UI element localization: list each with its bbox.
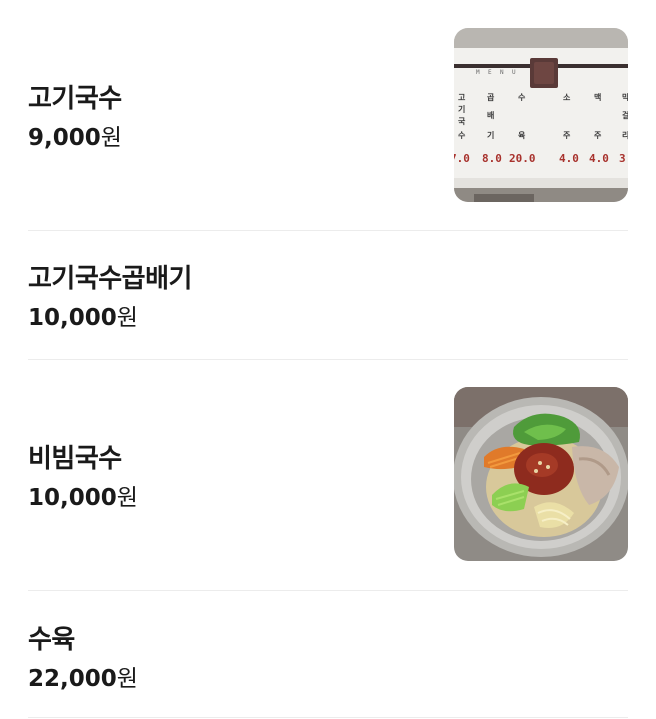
board-price: 4.0 <box>559 152 579 165</box>
menu-item-name: 고기국수 <box>28 84 122 114</box>
svg-text:리: 리 <box>622 130 628 140</box>
board-price: 7.0 <box>454 152 470 165</box>
menu-board-photo: M E N U 고 기 국 수 곱 배 기 수 육 소 주 맥 주 막 걸 리 … <box>454 28 628 202</box>
svg-text:기: 기 <box>458 104 465 114</box>
svg-text:막: 막 <box>622 92 628 102</box>
board-letter: N <box>500 69 504 76</box>
board-letter: M <box>476 69 480 76</box>
board-column-label: 고 <box>458 93 466 102</box>
menu-item-price: 10,000원 <box>28 485 138 511</box>
menu-item-gogi-guksu-gopbaegi[interactable]: 고기국수곱배기 10,000원 <box>28 231 628 359</box>
divider <box>28 717 628 718</box>
board-price: 4.0 <box>589 152 609 165</box>
menu-item-suyuk[interactable]: 수육 22,000원 <box>28 591 628 719</box>
menu-item-name: 고기국수곱배기 <box>28 264 192 294</box>
svg-text:곱: 곱 <box>487 93 495 102</box>
svg-text:수: 수 <box>518 93 526 102</box>
board-price: 8.0 <box>482 152 502 165</box>
menu-item-name: 수육 <box>28 625 75 655</box>
menu-board-image: M E N U 고 기 국 수 곱 배 기 수 육 소 주 맥 주 막 걸 리 … <box>454 28 628 202</box>
menu-item-name: 비빔국수 <box>28 444 122 474</box>
svg-text:배: 배 <box>487 110 494 120</box>
menu-list: 고기국수 9,000원 M E N U 고 기 국 수 곱 배 기 수 육 소 … <box>0 0 656 719</box>
menu-item-price: 22,000원 <box>28 666 138 692</box>
svg-text:주: 주 <box>563 131 571 140</box>
board-letter: U <box>512 69 516 76</box>
menu-item-price: 10,000원 <box>28 305 138 331</box>
menu-item-bibim-guksu[interactable]: 비빔국수 10,000원 <box>28 360 628 590</box>
svg-text:소: 소 <box>563 93 571 102</box>
svg-text:주: 주 <box>594 131 602 140</box>
svg-text:수: 수 <box>458 131 466 140</box>
bibim-noodle-photo <box>454 387 628 561</box>
menu-item-price: 9,000원 <box>28 125 122 151</box>
svg-text:기: 기 <box>487 130 494 140</box>
svg-text:맥: 맥 <box>594 92 601 102</box>
board-letter: E <box>488 69 492 76</box>
svg-text:국: 국 <box>458 117 466 126</box>
board-price: 3 <box>619 152 626 165</box>
svg-text:걸: 걸 <box>622 110 628 120</box>
bibim-noodle-image <box>454 387 628 561</box>
menu-item-gogi-guksu[interactable]: 고기국수 9,000원 M E N U 고 기 국 수 곱 배 기 수 육 소 … <box>28 0 628 230</box>
board-price: 20.0 <box>509 152 536 165</box>
svg-text:육: 육 <box>518 130 526 140</box>
